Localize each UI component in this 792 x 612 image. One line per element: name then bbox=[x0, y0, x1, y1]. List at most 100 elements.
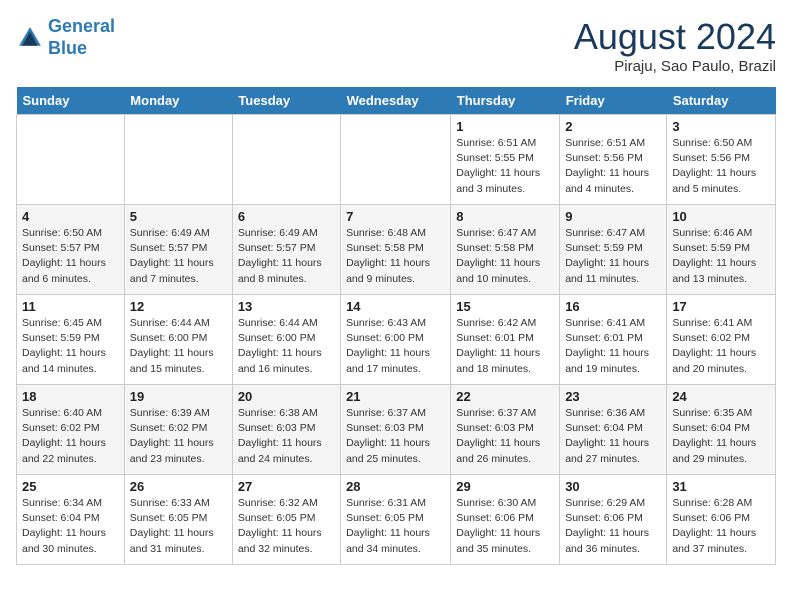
calendar-cell: 14Sunrise: 6:43 AM Sunset: 6:00 PM Dayli… bbox=[341, 295, 451, 385]
day-number: 1 bbox=[456, 119, 554, 134]
calendar-cell: 7 Sunrise: 6:48 AM Sunset: 5:58 PM Daylig… bbox=[341, 205, 451, 295]
day-number: 13 bbox=[238, 299, 335, 314]
calendar-cell: 26 Sunrise: 6:33 AM Sunset: 6:05 PM Dayli… bbox=[124, 475, 232, 565]
calendar-week-row: 18 Sunrise: 6:40 AM Sunset: 6:02 PM Dayli… bbox=[17, 385, 776, 475]
day-info: Sunrise: 6:29 AM Sunset: 6:06 PM Dayligh… bbox=[565, 496, 661, 557]
day-number: 18 bbox=[22, 389, 119, 404]
weekday-header-cell: Monday bbox=[124, 87, 232, 115]
day-info: Sunrise: 6:28 AM Sunset: 6:06 PM Dayligh… bbox=[672, 496, 770, 557]
day-info: Sunrise: 6:45 AM Sunset: 5:59 PM Dayligh… bbox=[22, 316, 119, 377]
calendar-cell: 13Sunrise: 6:44 AM Sunset: 6:00 PM Dayli… bbox=[232, 295, 340, 385]
day-number: 7 bbox=[346, 209, 445, 224]
day-info: Sunrise: 6:37 AM Sunset: 6:03 PM Dayligh… bbox=[346, 406, 445, 467]
page-header: General Blue August 2024 Piraju, Sao Pau… bbox=[16, 16, 776, 75]
weekday-header-cell: Tuesday bbox=[232, 87, 340, 115]
day-number: 19 bbox=[130, 389, 227, 404]
calendar-cell: 25 Sunrise: 6:34 AM Sunset: 6:04 PM Dayli… bbox=[17, 475, 125, 565]
day-info: Sunrise: 6:47 AM Sunset: 5:59 PM Dayligh… bbox=[565, 226, 661, 287]
calendar-cell: 9 Sunrise: 6:47 AM Sunset: 5:59 PM Daylig… bbox=[560, 205, 667, 295]
day-info: Sunrise: 6:44 AM Sunset: 6:00 PM Dayligh… bbox=[130, 316, 227, 377]
day-number: 11 bbox=[22, 299, 119, 314]
day-number: 16 bbox=[565, 299, 661, 314]
day-info: Sunrise: 6:48 AM Sunset: 5:58 PM Dayligh… bbox=[346, 226, 445, 287]
weekday-header-cell: Saturday bbox=[667, 87, 776, 115]
day-info: Sunrise: 6:39 AM Sunset: 6:02 PM Dayligh… bbox=[130, 406, 227, 467]
calendar-cell: 1 Sunrise: 6:51 AM Sunset: 5:55 PM Daylig… bbox=[451, 115, 560, 205]
day-number: 24 bbox=[672, 389, 770, 404]
day-number: 29 bbox=[456, 479, 554, 494]
calendar-cell bbox=[341, 115, 451, 205]
calendar-cell bbox=[232, 115, 340, 205]
calendar-week-row: 4Sunrise: 6:50 AM Sunset: 5:57 PM Daylig… bbox=[17, 205, 776, 295]
day-info: Sunrise: 6:33 AM Sunset: 6:05 PM Dayligh… bbox=[130, 496, 227, 557]
calendar-cell: 22 Sunrise: 6:37 AM Sunset: 6:03 PM Dayli… bbox=[451, 385, 560, 475]
day-number: 15 bbox=[456, 299, 554, 314]
calendar-cell: 28 Sunrise: 6:31 AM Sunset: 6:05 PM Dayli… bbox=[341, 475, 451, 565]
calendar-body: 1 Sunrise: 6:51 AM Sunset: 5:55 PM Daylig… bbox=[17, 115, 776, 565]
day-info: Sunrise: 6:40 AM Sunset: 6:02 PM Dayligh… bbox=[22, 406, 119, 467]
calendar-cell: 11 Sunrise: 6:45 AM Sunset: 5:59 PM Dayli… bbox=[17, 295, 125, 385]
day-number: 10 bbox=[672, 209, 770, 224]
logo-icon bbox=[16, 24, 44, 52]
logo-text: General Blue bbox=[48, 16, 115, 59]
calendar-cell bbox=[124, 115, 232, 205]
calendar-cell: 23 Sunrise: 6:36 AM Sunset: 6:04 PM Dayli… bbox=[560, 385, 667, 475]
day-number: 26 bbox=[130, 479, 227, 494]
day-number: 21 bbox=[346, 389, 445, 404]
calendar-cell: 4Sunrise: 6:50 AM Sunset: 5:57 PM Daylig… bbox=[17, 205, 125, 295]
calendar-cell: 21 Sunrise: 6:37 AM Sunset: 6:03 PM Dayli… bbox=[341, 385, 451, 475]
calendar-cell: 16 Sunrise: 6:41 AM Sunset: 6:01 PM Dayli… bbox=[560, 295, 667, 385]
day-info: Sunrise: 6:41 AM Sunset: 6:02 PM Dayligh… bbox=[672, 316, 770, 377]
day-number: 3 bbox=[672, 119, 770, 134]
day-number: 8 bbox=[456, 209, 554, 224]
day-info: Sunrise: 6:38 AM Sunset: 6:03 PM Dayligh… bbox=[238, 406, 335, 467]
weekday-header-row: SundayMondayTuesdayWednesdayThursdayFrid… bbox=[17, 87, 776, 115]
day-number: 23 bbox=[565, 389, 661, 404]
day-info: Sunrise: 6:47 AM Sunset: 5:58 PM Dayligh… bbox=[456, 226, 554, 287]
day-number: 5 bbox=[130, 209, 227, 224]
day-info: Sunrise: 6:43 AM Sunset: 6:00 PM Dayligh… bbox=[346, 316, 445, 377]
weekday-header-cell: Wednesday bbox=[341, 87, 451, 115]
day-number: 9 bbox=[565, 209, 661, 224]
calendar-week-row: 25 Sunrise: 6:34 AM Sunset: 6:04 PM Dayli… bbox=[17, 475, 776, 565]
calendar-cell: 6 Sunrise: 6:49 AM Sunset: 5:57 PM Daylig… bbox=[232, 205, 340, 295]
day-number: 6 bbox=[238, 209, 335, 224]
day-info: Sunrise: 6:34 AM Sunset: 6:04 PM Dayligh… bbox=[22, 496, 119, 557]
calendar-table: SundayMondayTuesdayWednesdayThursdayFrid… bbox=[16, 87, 776, 565]
calendar-cell: 24 Sunrise: 6:35 AM Sunset: 6:04 PM Dayli… bbox=[667, 385, 776, 475]
location: Piraju, Sao Paulo, Brazil bbox=[574, 58, 776, 75]
day-info: Sunrise: 6:35 AM Sunset: 6:04 PM Dayligh… bbox=[672, 406, 770, 467]
calendar-cell bbox=[17, 115, 125, 205]
calendar-cell: 20 Sunrise: 6:38 AM Sunset: 6:03 PM Dayli… bbox=[232, 385, 340, 475]
calendar-cell: 30Sunrise: 6:29 AM Sunset: 6:06 PM Dayli… bbox=[560, 475, 667, 565]
day-number: 27 bbox=[238, 479, 335, 494]
calendar-cell: 5Sunrise: 6:49 AM Sunset: 5:57 PM Daylig… bbox=[124, 205, 232, 295]
calendar-cell: 19 Sunrise: 6:39 AM Sunset: 6:02 PM Dayli… bbox=[124, 385, 232, 475]
day-info: Sunrise: 6:41 AM Sunset: 6:01 PM Dayligh… bbox=[565, 316, 661, 377]
day-info: Sunrise: 6:36 AM Sunset: 6:04 PM Dayligh… bbox=[565, 406, 661, 467]
weekday-header-cell: Friday bbox=[560, 87, 667, 115]
day-info: Sunrise: 6:30 AM Sunset: 6:06 PM Dayligh… bbox=[456, 496, 554, 557]
day-info: Sunrise: 6:46 AM Sunset: 5:59 PM Dayligh… bbox=[672, 226, 770, 287]
day-info: Sunrise: 6:37 AM Sunset: 6:03 PM Dayligh… bbox=[456, 406, 554, 467]
month-title: August 2024 bbox=[574, 16, 776, 58]
day-info: Sunrise: 6:32 AM Sunset: 6:05 PM Dayligh… bbox=[238, 496, 335, 557]
calendar-cell: 2 Sunrise: 6:51 AM Sunset: 5:56 PM Daylig… bbox=[560, 115, 667, 205]
day-number: 28 bbox=[346, 479, 445, 494]
calendar-cell: 18 Sunrise: 6:40 AM Sunset: 6:02 PM Dayli… bbox=[17, 385, 125, 475]
calendar-week-row: 1 Sunrise: 6:51 AM Sunset: 5:55 PM Daylig… bbox=[17, 115, 776, 205]
calendar-week-row: 11 Sunrise: 6:45 AM Sunset: 5:59 PM Dayli… bbox=[17, 295, 776, 385]
day-number: 20 bbox=[238, 389, 335, 404]
day-number: 22 bbox=[456, 389, 554, 404]
calendar-cell: 29 Sunrise: 6:30 AM Sunset: 6:06 PM Dayli… bbox=[451, 475, 560, 565]
day-info: Sunrise: 6:49 AM Sunset: 5:57 PM Dayligh… bbox=[238, 226, 335, 287]
day-info: Sunrise: 6:31 AM Sunset: 6:05 PM Dayligh… bbox=[346, 496, 445, 557]
day-number: 2 bbox=[565, 119, 661, 134]
day-info: Sunrise: 6:51 AM Sunset: 5:56 PM Dayligh… bbox=[565, 136, 661, 197]
day-info: Sunrise: 6:51 AM Sunset: 5:55 PM Dayligh… bbox=[456, 136, 554, 197]
weekday-header-cell: Sunday bbox=[17, 87, 125, 115]
day-number: 12 bbox=[130, 299, 227, 314]
calendar-cell: 17Sunrise: 6:41 AM Sunset: 6:02 PM Dayli… bbox=[667, 295, 776, 385]
day-number: 25 bbox=[22, 479, 119, 494]
weekday-header-cell: Thursday bbox=[451, 87, 560, 115]
